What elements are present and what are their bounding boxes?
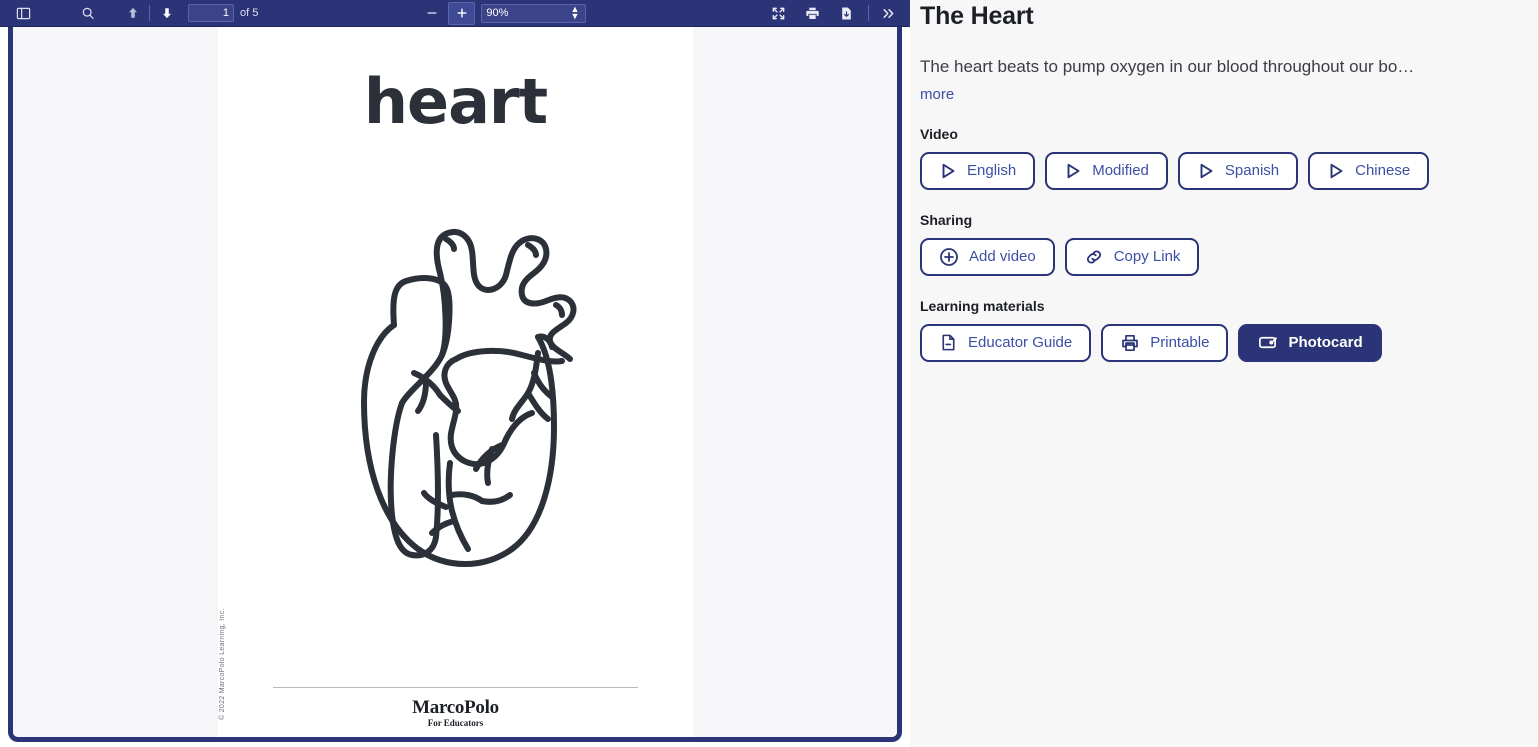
logo-primary-text: MarcoPolo: [412, 697, 499, 718]
anatomical-heart-line-art: [360, 229, 576, 567]
learning-materials-section: Learning materials Educator Guide Printa…: [920, 298, 1538, 362]
printable-button[interactable]: Printable: [1101, 323, 1229, 362]
marcopolo-logo: MarcoPolo For Educators: [218, 697, 693, 728]
more-link[interactable]: more: [920, 86, 954, 103]
zoom-level-select[interactable]: 90%: [481, 3, 587, 23]
footer-divider: [273, 687, 638, 688]
copy-link-button[interactable]: Copy Link: [1064, 237, 1200, 276]
toolbar-divider-right: [868, 5, 869, 21]
play-icon: [1327, 162, 1345, 180]
fullscreen-icon[interactable]: [765, 2, 792, 25]
video-button-label: English: [967, 162, 1017, 180]
video-button-english[interactable]: English: [920, 151, 1036, 190]
search-icon[interactable]: [75, 2, 102, 25]
video-button-label: Modified: [1092, 162, 1149, 180]
learning-materials-section-label: Learning materials: [920, 297, 1045, 314]
photocard-icon: [1257, 332, 1278, 353]
photocard-label: Photocard: [1288, 334, 1363, 352]
video-button-modified[interactable]: Modified: [1045, 151, 1168, 190]
pdf-toolbar: of 5 90% ▲▼: [0, 0, 910, 27]
toolbar-divider: [149, 5, 150, 21]
download-icon[interactable]: [833, 2, 860, 25]
video-button-row: English Modified Spanish Chinese: [920, 151, 1538, 190]
sharing-button-row: Add video Copy Link: [920, 237, 1538, 276]
pdf-scroll-area[interactable]: heart © 2022 MarcoPolo Learning, Inc. Ma…: [13, 27, 897, 737]
pdf-viewer-pane: of 5 90% ▲▼: [0, 0, 910, 747]
zoom-out-button[interactable]: [418, 2, 445, 25]
plus-circle-icon: [939, 247, 959, 267]
print-icon[interactable]: [799, 2, 826, 25]
zoom-in-button[interactable]: [448, 1, 476, 25]
page-count-label: of 5: [240, 7, 259, 19]
sidebar-toggle-icon[interactable]: [10, 2, 37, 25]
link-icon: [1084, 247, 1104, 267]
content-info-panel: The Heart The heart beats to pump oxygen…: [910, 0, 1538, 747]
add-video-label: Add video: [969, 248, 1036, 266]
previous-page-button[interactable]: [119, 2, 146, 25]
page-title: heart: [363, 65, 548, 138]
learning-materials-button-row: Educator Guide Printable Photocard: [920, 323, 1538, 362]
pdf-document-frame: heart © 2022 MarcoPolo Learning, Inc. Ma…: [8, 27, 902, 742]
photocard-button[interactable]: Photocard: [1238, 323, 1382, 362]
play-icon: [1197, 162, 1215, 180]
app-root: of 5 90% ▲▼: [0, 0, 1538, 747]
pdf-page: heart © 2022 MarcoPolo Learning, Inc. Ma…: [218, 27, 693, 737]
play-icon: [939, 162, 957, 180]
description-text: The heart beats to pump oxygen in our bl…: [920, 57, 1415, 76]
video-button-chinese[interactable]: Chinese: [1308, 151, 1430, 190]
play-icon: [1064, 162, 1082, 180]
video-section-label: Video: [920, 125, 958, 142]
double-chevron-right-icon[interactable]: [875, 2, 902, 25]
add-video-button[interactable]: Add video: [920, 237, 1055, 276]
educator-guide-label: Educator Guide: [968, 334, 1073, 352]
video-button-label: Chinese: [1355, 162, 1411, 180]
page-title-heading: The Heart: [920, 2, 1034, 30]
logo-secondary-text: For Educators: [427, 718, 484, 728]
video-button-label: Spanish: [1224, 162, 1280, 180]
copy-link-label: Copy Link: [1113, 248, 1181, 266]
zoom-level-select-wrap: 90% ▲ ▼: [481, 3, 587, 23]
next-page-button[interactable]: [153, 2, 180, 25]
video-button-spanish[interactable]: Spanish: [1177, 151, 1299, 190]
video-section: Video English Modified Spanish Chinese: [920, 126, 1538, 190]
printer-icon: [1120, 333, 1140, 353]
page-number-input[interactable]: [188, 4, 234, 22]
printable-label: Printable: [1150, 334, 1210, 352]
document-icon: [939, 333, 958, 352]
educator-guide-button[interactable]: Educator Guide: [920, 323, 1092, 362]
sharing-section-label: Sharing: [920, 211, 973, 228]
sharing-section: Sharing Add video Copy Link: [920, 212, 1538, 276]
